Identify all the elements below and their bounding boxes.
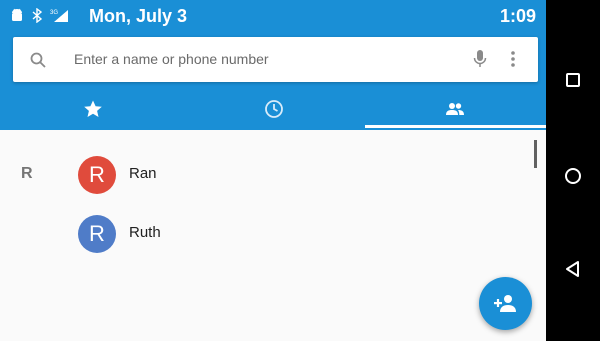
tab-selected-indicator [365,125,546,128]
tab-recents[interactable] [183,88,365,130]
status-date: Mon, July 3 [89,6,188,26]
dialer-screen: 3G Mon, July 3 1:09 Enter a name or phon… [0,0,546,341]
add-contact-button[interactable] [479,277,532,330]
star-icon [84,100,102,117]
signal-3g-icon: 3G [50,10,68,22]
list-item[interactable]: R Ruth [0,204,546,264]
search-input[interactable]: Enter a name or phone number [74,51,269,67]
avatar[interactable]: R [78,215,116,253]
tab-contacts[interactable] [364,88,546,130]
status-bar: 3G Mon, July 3 1:09 [0,0,546,32]
search-bar[interactable]: Enter a name or phone number [13,37,538,82]
clock-icon [265,100,283,118]
tab-favorites[interactable] [2,88,184,130]
list-item[interactable]: R R Ran [0,145,546,205]
contact-name: Ran [129,165,157,182]
scrollbar[interactable] [534,140,537,168]
section-header-letter: R [21,165,33,182]
svg-text:3G: 3G [50,10,58,16]
add-contact-icon [494,295,516,312]
bluetooth-icon [32,8,43,23]
avatar[interactable]: R [78,156,116,194]
navigation-bar [546,0,600,341]
android-icon [12,8,22,21]
recents-square-icon[interactable] [561,68,585,92]
people-icon [446,103,464,115]
back-triangle-icon[interactable] [561,257,585,281]
search-icon [30,52,46,68]
more-options-icon[interactable] [510,50,516,68]
home-circle-icon[interactable] [561,164,585,188]
microphone-icon[interactable] [473,49,487,69]
status-time: 1:09 [499,6,536,26]
contact-name: Ruth [129,224,161,241]
tab-bar [0,88,546,130]
